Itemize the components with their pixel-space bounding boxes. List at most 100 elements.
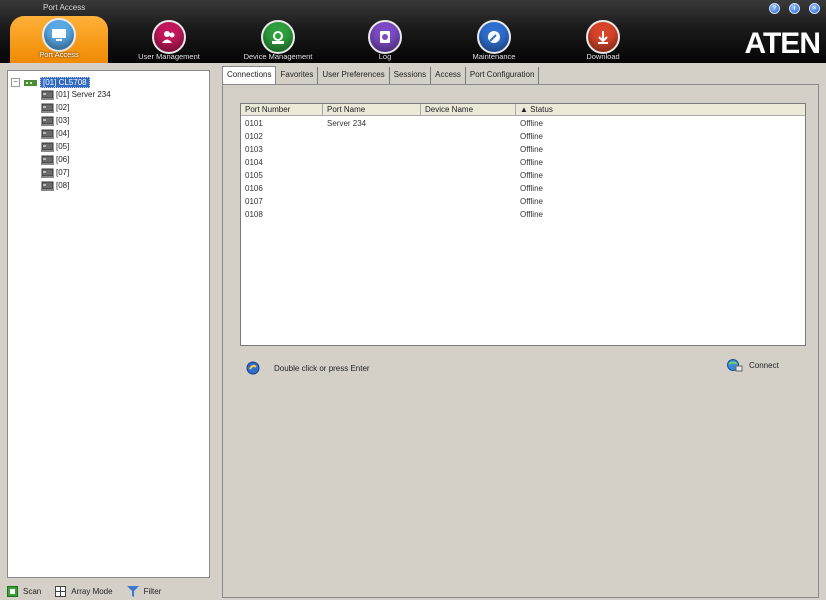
tab-connections[interactable]: Connections: [222, 66, 277, 85]
app-title: Port Access: [43, 3, 86, 12]
nav-download[interactable]: Download: [578, 18, 628, 62]
tab-sessions[interactable]: Sessions: [389, 67, 432, 84]
port-name-cell: [323, 169, 421, 182]
server-icon: [41, 155, 54, 165]
table-row[interactable]: 0104 Offline: [241, 156, 805, 169]
device-name-cell: [421, 117, 516, 130]
tree-port-label: [04]: [56, 129, 70, 138]
tree-port-label: [05]: [56, 142, 70, 151]
filter-button[interactable]: Filter: [126, 585, 162, 597]
port-number-cell: 0104: [245, 158, 263, 167]
server-icon: [41, 129, 54, 139]
tree-port-label: [03]: [56, 116, 70, 125]
column-header-device-name[interactable]: Device Name: [421, 104, 516, 116]
device-name-cell: [421, 195, 516, 208]
tab-user-preferences[interactable]: User Preferences: [318, 67, 390, 84]
status-cell: Offline: [520, 132, 543, 141]
tree-port-item[interactable]: [08]: [41, 179, 69, 192]
maintenance-icon: [477, 20, 511, 54]
port-name-cell: [323, 182, 421, 195]
nav-label: User Management: [138, 52, 200, 61]
port-name-cell: Server 234: [327, 119, 367, 128]
device-name-cell: [421, 143, 516, 156]
nav-label: Device Management: [243, 52, 313, 61]
user-management-icon: [152, 20, 186, 54]
info-icon[interactable]: i: [789, 3, 800, 14]
table-row[interactable]: 0108 Offline: [241, 208, 805, 221]
port-number-cell: 0103: [245, 145, 263, 154]
port-name-cell: [323, 143, 421, 156]
collapse-icon[interactable]: −: [11, 78, 20, 87]
tree-port-item[interactable]: [07]: [41, 166, 69, 179]
logout-icon[interactable]: ×: [809, 3, 820, 14]
device-management-icon: [261, 20, 295, 54]
switch-icon: [24, 80, 37, 86]
nav-user-management[interactable]: User Management: [130, 18, 208, 62]
device-name-cell: [421, 156, 516, 169]
table-row[interactable]: 0103 Offline: [241, 143, 805, 156]
top-navigation-bar: Port Access Port Access User Management …: [0, 0, 826, 63]
tree-port-label: [08]: [56, 181, 70, 190]
table-row[interactable]: 0106 Offline: [241, 182, 805, 195]
nav-label: Maintenance: [472, 52, 516, 61]
tree-port-label: [06]: [56, 155, 70, 164]
connect-icon: [727, 359, 743, 372]
tab-favorites[interactable]: Favorites: [276, 67, 319, 84]
table-row[interactable]: 0102 Offline: [241, 130, 805, 143]
device-name-cell: [421, 208, 516, 221]
tree-port-item[interactable]: [02]: [41, 101, 69, 114]
port-number-cell: 0105: [245, 171, 263, 180]
tree-port-item[interactable]: [06]: [41, 153, 69, 166]
tree-port-label: [02]: [56, 103, 70, 112]
help-icon[interactable]: ?: [769, 3, 780, 14]
nav-label: Log: [378, 52, 392, 61]
connect-button[interactable]: Connect: [727, 358, 779, 372]
status-cell: Offline: [520, 158, 543, 167]
tree-port-item[interactable]: [03]: [41, 114, 69, 127]
nav-maintenance[interactable]: Maintenance: [464, 18, 524, 62]
column-header-port-name[interactable]: Port Name: [323, 104, 421, 116]
nav-port-access[interactable]: Port Access: [10, 16, 108, 63]
tab-access[interactable]: Access: [431, 67, 466, 84]
port-name-cell: [323, 208, 421, 221]
server-icon: [41, 90, 54, 100]
port-number-cell: 0106: [245, 184, 263, 193]
status-cell: Offline: [520, 184, 543, 193]
tree-port-item[interactable]: [04]: [41, 127, 69, 140]
table-row[interactable]: 0101 Server 234 Offline: [241, 117, 805, 130]
server-icon: [41, 103, 54, 113]
server-icon: [41, 116, 54, 126]
table-row[interactable]: 0105 Offline: [241, 169, 805, 182]
array-mode-icon: [55, 585, 67, 597]
nav-label: Download: [586, 52, 620, 61]
port-access-icon: [42, 18, 76, 52]
server-icon: [41, 142, 54, 152]
nav-log[interactable]: Log: [362, 18, 408, 62]
array-mode-button[interactable]: Array Mode: [55, 585, 113, 597]
device-name-cell: [421, 169, 516, 182]
tree-port-item[interactable]: [01] Server 234: [41, 88, 111, 101]
port-number-cell: 0101: [245, 119, 263, 128]
table-row[interactable]: 0107 Offline: [241, 195, 805, 208]
scan-label: Scan: [23, 586, 42, 596]
filter-label: Filter: [143, 586, 162, 596]
tree-port-item[interactable]: [05]: [41, 140, 69, 153]
status-cell: Offline: [520, 145, 543, 154]
tab-port-configuration[interactable]: Port Configuration: [465, 67, 540, 84]
scan-button[interactable]: Scan: [7, 585, 42, 597]
nav-device-management[interactable]: Device Management: [234, 18, 322, 62]
log-icon: [368, 20, 402, 54]
device-name-cell: [421, 130, 516, 143]
tree-port-label: [07]: [56, 168, 70, 177]
status-cell: Offline: [520, 210, 543, 219]
port-tree-panel: − [01] CL5708 [01] Server 234 [02] [03] [04…: [7, 70, 210, 578]
tree-toolbar: Scan Array Mode Filter: [7, 582, 210, 600]
column-header-status[interactable]: ▲ Status: [516, 104, 805, 116]
array-mode-label: Array Mode: [71, 586, 113, 596]
status-header-label: Status: [530, 105, 553, 114]
port-number-cell: 0102: [245, 132, 263, 141]
port-list-table[interactable]: Port Number Port Name Device Name ▲ Stat…: [240, 103, 806, 346]
tree-root-label[interactable]: [01] CL5708: [40, 77, 90, 88]
column-header-port-number[interactable]: Port Number: [241, 104, 323, 116]
aten-logo: ATEN: [744, 27, 821, 60]
